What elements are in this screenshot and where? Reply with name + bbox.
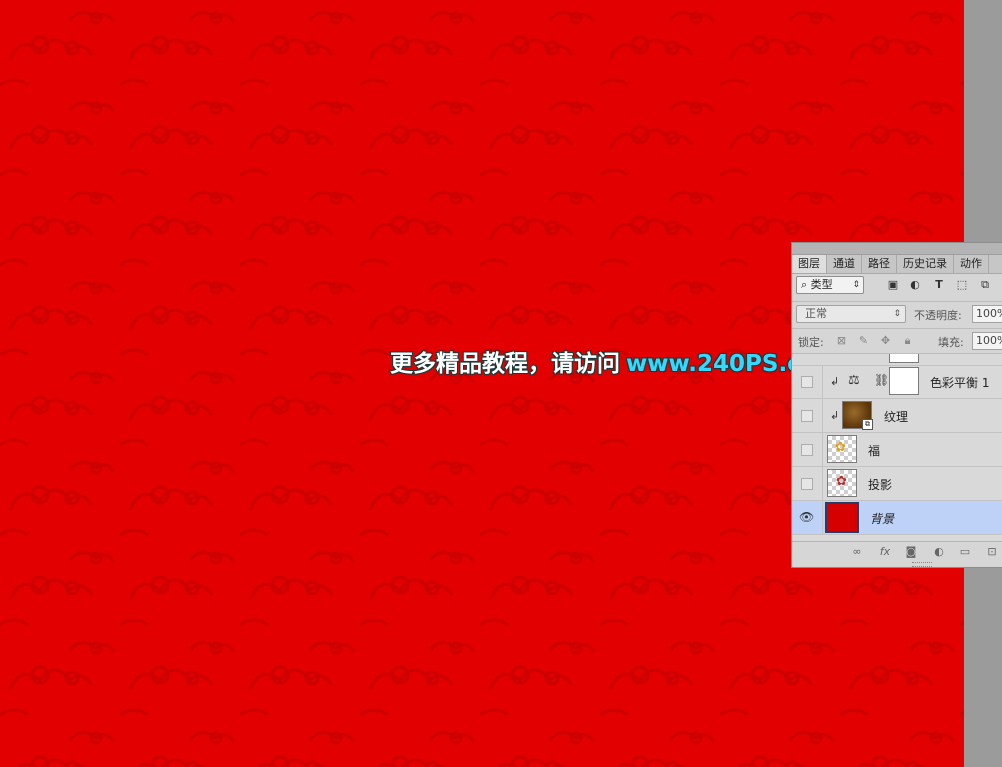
shadow-thumb: ✿	[827, 469, 857, 497]
fu-glyph-icon: ✿	[835, 440, 846, 455]
layer-name: 色彩平衡 1	[930, 376, 990, 390]
chain-link-icon[interactable]: ⛓	[874, 373, 889, 387]
balance-icon: ⚖	[848, 373, 860, 388]
layer-row-fu[interactable]: ✿ 福	[792, 433, 1002, 467]
lock-row: 锁定: ⊠ ✎ ✥ 🔒︎ 填充: 100%	[792, 328, 1002, 353]
layers-panel: 图层 通道 路径 历史记录 动作 ⌕ 类型 ⇕ ▣ ◐ T ⬚ ⧉ 正常 ⇕ 不…	[791, 242, 1002, 568]
layer-row-texture[interactable]: ↲ ⧉ 纹理	[792, 399, 1002, 433]
new-group-icon[interactable]: ▭	[958, 545, 972, 559]
lock-pixels-icon[interactable]: ✎	[857, 334, 870, 347]
visibility-toggle[interactable]	[792, 433, 823, 466]
visibility-toggle[interactable]	[792, 399, 823, 432]
background-thumb	[825, 502, 859, 533]
layer-row-color-balance[interactable]: ↲ ⚖ ⛓ 色彩平衡 1	[792, 365, 1002, 399]
tab-actions[interactable]: 动作	[954, 255, 989, 273]
visibility-toggle[interactable]	[792, 467, 823, 500]
lock-all-icon[interactable]: 🔒︎	[901, 334, 914, 347]
tab-channels[interactable]: 通道	[827, 255, 862, 273]
visibility-box	[801, 376, 813, 388]
updown-icon: ⇕	[893, 309, 901, 319]
tab-paths[interactable]: 路径	[862, 255, 897, 273]
watermark-text: 更多精品教程，请访问 www.240PS.com	[390, 344, 841, 378]
visibility-box	[801, 478, 813, 490]
filter-kind-select[interactable]: ⌕ 类型 ⇕	[796, 276, 864, 294]
visibility-toggle[interactable]	[792, 365, 823, 398]
fu-thumb: ✿	[827, 435, 857, 463]
lock-position-icon[interactable]: ✥	[879, 334, 892, 347]
clip-arrow-icon: ↲	[830, 409, 840, 422]
blend-mode-select[interactable]: 正常 ⇕	[796, 305, 906, 323]
layer-mask-thumb	[889, 354, 919, 363]
panel-tabs: 图层 通道 路径 历史记录 动作	[792, 255, 1002, 274]
eye-icon: 👁︎	[799, 510, 815, 524]
lock-transparent-icon[interactable]: ⊠	[835, 334, 848, 347]
visibility-box	[801, 410, 813, 422]
add-mask-icon[interactable]: ◙	[904, 545, 918, 559]
opacity-label: 不透明度:	[914, 309, 962, 322]
blend-mode-value: 正常	[805, 307, 827, 320]
shape-filter-icon[interactable]: ⬚	[955, 278, 969, 292]
type-filter-icon[interactable]: T	[932, 278, 946, 292]
lock-label: 锁定:	[798, 336, 824, 349]
new-layer-icon[interactable]: ⊡	[985, 545, 999, 559]
tab-layers[interactable]: 图层	[792, 255, 827, 273]
layer-row-shadow[interactable]: ✿ 投影	[792, 467, 1002, 501]
watermark-cn: 更多精品教程，请访问	[390, 351, 620, 377]
layer-name: 纹理	[884, 410, 909, 424]
link-layers-icon[interactable]: ∞	[850, 545, 864, 559]
tab-history[interactable]: 历史记录	[897, 255, 954, 273]
blend-row: 正常 ⇕ 不透明度: 100%	[792, 301, 1002, 326]
visibility-toggle[interactable]: 👁︎	[792, 501, 823, 534]
shadow-glyph-icon: ✿	[836, 474, 847, 489]
visibility-box	[801, 444, 813, 456]
panel-resize-grip[interactable]	[912, 562, 932, 567]
layer-name: 投影	[868, 478, 893, 492]
adjustment-layer-icon[interactable]: ◐	[932, 545, 946, 559]
fx-icon[interactable]: fx	[878, 545, 892, 559]
layer-row-background[interactable]: 👁︎ 背景	[792, 501, 1002, 535]
filter-row: ⌕ 类型 ⇕ ▣ ◐ T ⬚ ⧉	[792, 274, 1002, 298]
opacity-input[interactable]: 100%	[972, 305, 1002, 323]
filter-kind-label: 类型	[810, 278, 833, 291]
texture-thumb: ⧉	[842, 401, 873, 430]
pixel-filter-icon[interactable]: ▣	[886, 278, 900, 292]
layer-name: 背景	[870, 512, 895, 526]
layer-mask-thumb	[889, 367, 919, 395]
fill-input[interactable]: 100%	[972, 332, 1002, 350]
smartobject-filter-icon[interactable]: ⧉	[978, 278, 992, 292]
layer-name: 福	[868, 444, 881, 458]
adjustment-filter-icon[interactable]: ◐	[908, 278, 922, 292]
panel-bottom-bar: ∞ fx ◙ ◐ ▭ ⊡	[792, 541, 1002, 562]
clip-arrow-icon: ↲	[830, 375, 840, 388]
panel-titlebar[interactable]	[792, 243, 1002, 255]
layer-list: ↲ ⚖ ⛓ 色彩平衡 1 ↲ ⧉ 纹理 ✿ 福 ✿ 投影 👁︎ 背景	[792, 353, 1002, 542]
updown-icon: ⇕	[852, 280, 860, 290]
search-icon: ⌕	[801, 278, 808, 291]
smart-object-icon: ⧉	[862, 419, 873, 430]
fill-label: 填充:	[938, 336, 964, 349]
